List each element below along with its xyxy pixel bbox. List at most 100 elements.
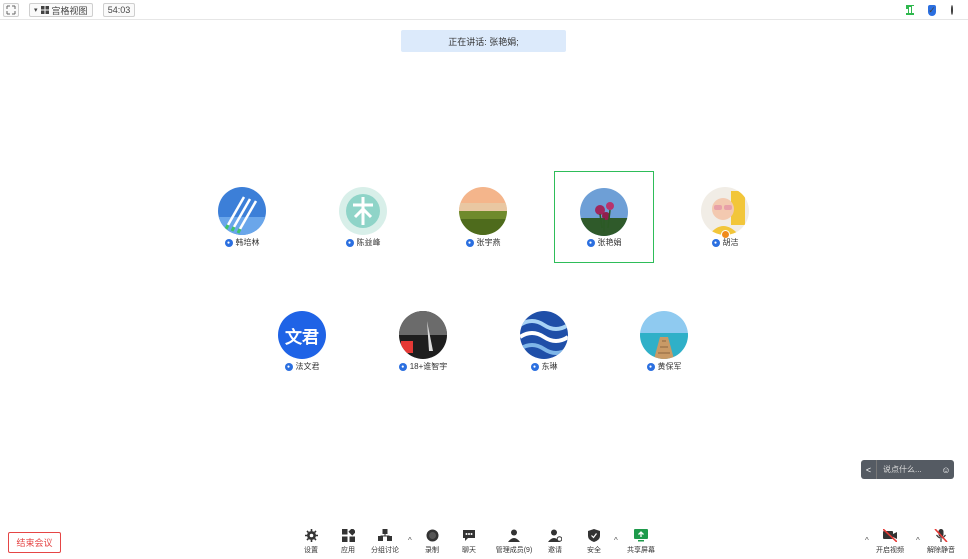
mic-icon: ● bbox=[345, 238, 354, 247]
participant-name-line: ● 张艳娟 bbox=[555, 237, 653, 248]
mic-icon: ● bbox=[398, 362, 407, 371]
speaker-banner: 正在讲话: 张艳娟; bbox=[401, 30, 566, 52]
caret-up-icon[interactable]: ^ bbox=[408, 536, 412, 545]
breakout-rooms-button[interactable]: 分组讨论 bbox=[367, 528, 403, 556]
gear-icon bbox=[304, 528, 318, 542]
caret-up-icon[interactable]: ^ bbox=[865, 536, 869, 545]
participant-tile[interactable]: ● 黄保军 bbox=[614, 295, 714, 387]
participant-tile-active-speaker[interactable]: ● 张艳娟 bbox=[554, 171, 654, 263]
participant-name: 法文君 bbox=[295, 362, 320, 371]
shield-icon[interactable]: ✓ bbox=[926, 3, 938, 17]
emoji-icon[interactable]: ☺ bbox=[938, 460, 954, 479]
tool-label: 邀请 bbox=[548, 547, 562, 554]
participant-tile[interactable]: ● 韩培林 bbox=[192, 171, 292, 263]
participant-tile[interactable]: ● 陈益峰 bbox=[313, 171, 413, 263]
chat-bubble-icon bbox=[462, 528, 476, 542]
participant-name-line: ● 法文君 bbox=[252, 361, 352, 372]
participant-tile[interactable]: ● 胡洁 bbox=[675, 171, 775, 263]
settings-button[interactable]: 设置 bbox=[293, 528, 329, 556]
tool-label: 开启视频 bbox=[876, 547, 904, 554]
security-button[interactable]: 安全 bbox=[576, 528, 612, 556]
caret-up-icon[interactable]: ^ bbox=[916, 536, 920, 545]
chevron-left-icon[interactable]: < bbox=[861, 460, 877, 479]
grid-icon bbox=[40, 6, 49, 14]
participant-name-line: ● 东琳 bbox=[494, 361, 594, 372]
participant-name: 胡洁 bbox=[722, 238, 739, 247]
end-meeting-button[interactable]: 结束会议 bbox=[8, 532, 61, 553]
meeting-timer: 54:03 bbox=[103, 3, 135, 17]
mic-icon: ● bbox=[711, 238, 720, 247]
chat-button[interactable]: 聊天 bbox=[451, 528, 487, 556]
tool-label: 聊天 bbox=[462, 547, 476, 554]
avatar bbox=[701, 187, 749, 235]
participant-name-line: ● 韩培林 bbox=[192, 237, 292, 248]
participant-tile[interactable]: ● 18+谁智宇 bbox=[373, 295, 473, 387]
info-icon[interactable]: i bbox=[946, 3, 958, 17]
participant-tile[interactable]: ● 张宇燕 bbox=[433, 171, 533, 263]
mic-icon: ● bbox=[224, 238, 233, 247]
bottom-toolbar: 结束会议 设置 应用 分组讨论 ^ 录制 聊天 管理成员(9) 邀请 安全 ^ … bbox=[0, 522, 968, 559]
participant-name-line: ● 18+谁智宇 bbox=[373, 361, 473, 372]
caret-up-icon[interactable]: ^ bbox=[614, 536, 618, 545]
mic-icon: ● bbox=[586, 238, 595, 247]
participant-name-line: ● 黄保军 bbox=[614, 361, 714, 372]
camera-off-icon bbox=[883, 528, 897, 542]
mic-icon: ● bbox=[530, 362, 539, 371]
tool-label: 管理成员(9) bbox=[495, 547, 533, 554]
avatar bbox=[218, 187, 266, 235]
participant-name: 张宇燕 bbox=[476, 238, 501, 247]
avatar bbox=[459, 187, 507, 235]
tool-label: 解除静音 bbox=[927, 547, 955, 554]
top-bar: ▾ 宫格视图 54:03 ✓ i bbox=[0, 0, 968, 20]
signal-bars-icon[interactable] bbox=[904, 3, 916, 17]
avatar bbox=[640, 311, 688, 359]
avatar: 文君 bbox=[278, 311, 326, 359]
breakout-icon bbox=[378, 528, 392, 542]
tool-label: 应用 bbox=[341, 547, 355, 554]
chevron-down-icon: ▾ bbox=[34, 7, 38, 14]
apps-button[interactable]: 应用 bbox=[330, 528, 366, 556]
avatar-initials: 文君 bbox=[285, 327, 319, 347]
participant-tile[interactable]: ● 东琳 bbox=[494, 295, 594, 387]
participant-name-line: ● 陈益峰 bbox=[313, 237, 413, 248]
participant-tile[interactable]: 文君 ● 法文君 bbox=[252, 295, 352, 387]
view-label: 宫格视图 bbox=[51, 5, 88, 16]
participant-name: 东琳 bbox=[541, 362, 558, 371]
start-video-button[interactable]: 开启视频 bbox=[872, 528, 908, 556]
unmute-button[interactable]: 解除静音 bbox=[923, 528, 959, 556]
record-button[interactable]: 录制 bbox=[414, 528, 450, 556]
mic-icon: ● bbox=[646, 362, 655, 371]
manage-participants-button[interactable]: 管理成员(9) bbox=[492, 528, 536, 556]
record-icon bbox=[425, 528, 439, 542]
mic-icon: ● bbox=[465, 238, 474, 247]
tool-label: 分组讨论 bbox=[371, 547, 399, 554]
mic-icon: ● bbox=[284, 362, 293, 371]
chat-placeholder[interactable]: 说点什么... bbox=[877, 464, 938, 475]
apps-grid-icon bbox=[341, 528, 355, 542]
expand-arrows-icon[interactable] bbox=[3, 3, 19, 17]
participant-name: 18+谁智宇 bbox=[409, 362, 448, 371]
shield-icon bbox=[587, 528, 601, 542]
tool-label: 安全 bbox=[587, 547, 601, 554]
chat-input-bubble[interactable]: < 说点什么... ☺ bbox=[861, 460, 954, 479]
invite-button[interactable]: 邀请 bbox=[537, 528, 573, 556]
participant-name: 张艳娟 bbox=[597, 238, 622, 247]
participants-icon bbox=[507, 528, 521, 542]
tool-label: 共享屏幕 bbox=[627, 547, 655, 554]
participant-name: 韩培林 bbox=[235, 238, 260, 247]
participant-name: 陈益峰 bbox=[356, 238, 381, 247]
meeting-window: ▾ 宫格视图 54:03 ✓ i 正在讲话: 张艳娟; ● 韩培林 ● 陈益峰 … bbox=[0, 0, 968, 559]
avatar bbox=[580, 188, 628, 236]
share-screen-button[interactable]: 共享屏幕 bbox=[621, 528, 661, 556]
participant-name-line: ● 胡洁 bbox=[675, 237, 775, 248]
avatar bbox=[339, 187, 387, 235]
avatar bbox=[520, 311, 568, 359]
invite-user-icon bbox=[548, 528, 562, 542]
tool-label: 录制 bbox=[425, 547, 439, 554]
avatar bbox=[399, 311, 447, 359]
mic-off-icon bbox=[934, 528, 948, 542]
tool-label: 设置 bbox=[304, 547, 318, 554]
view-switch-button[interactable]: ▾ 宫格视图 bbox=[29, 3, 93, 17]
participant-name-line: ● 张宇燕 bbox=[433, 237, 533, 248]
share-screen-icon bbox=[634, 528, 648, 542]
